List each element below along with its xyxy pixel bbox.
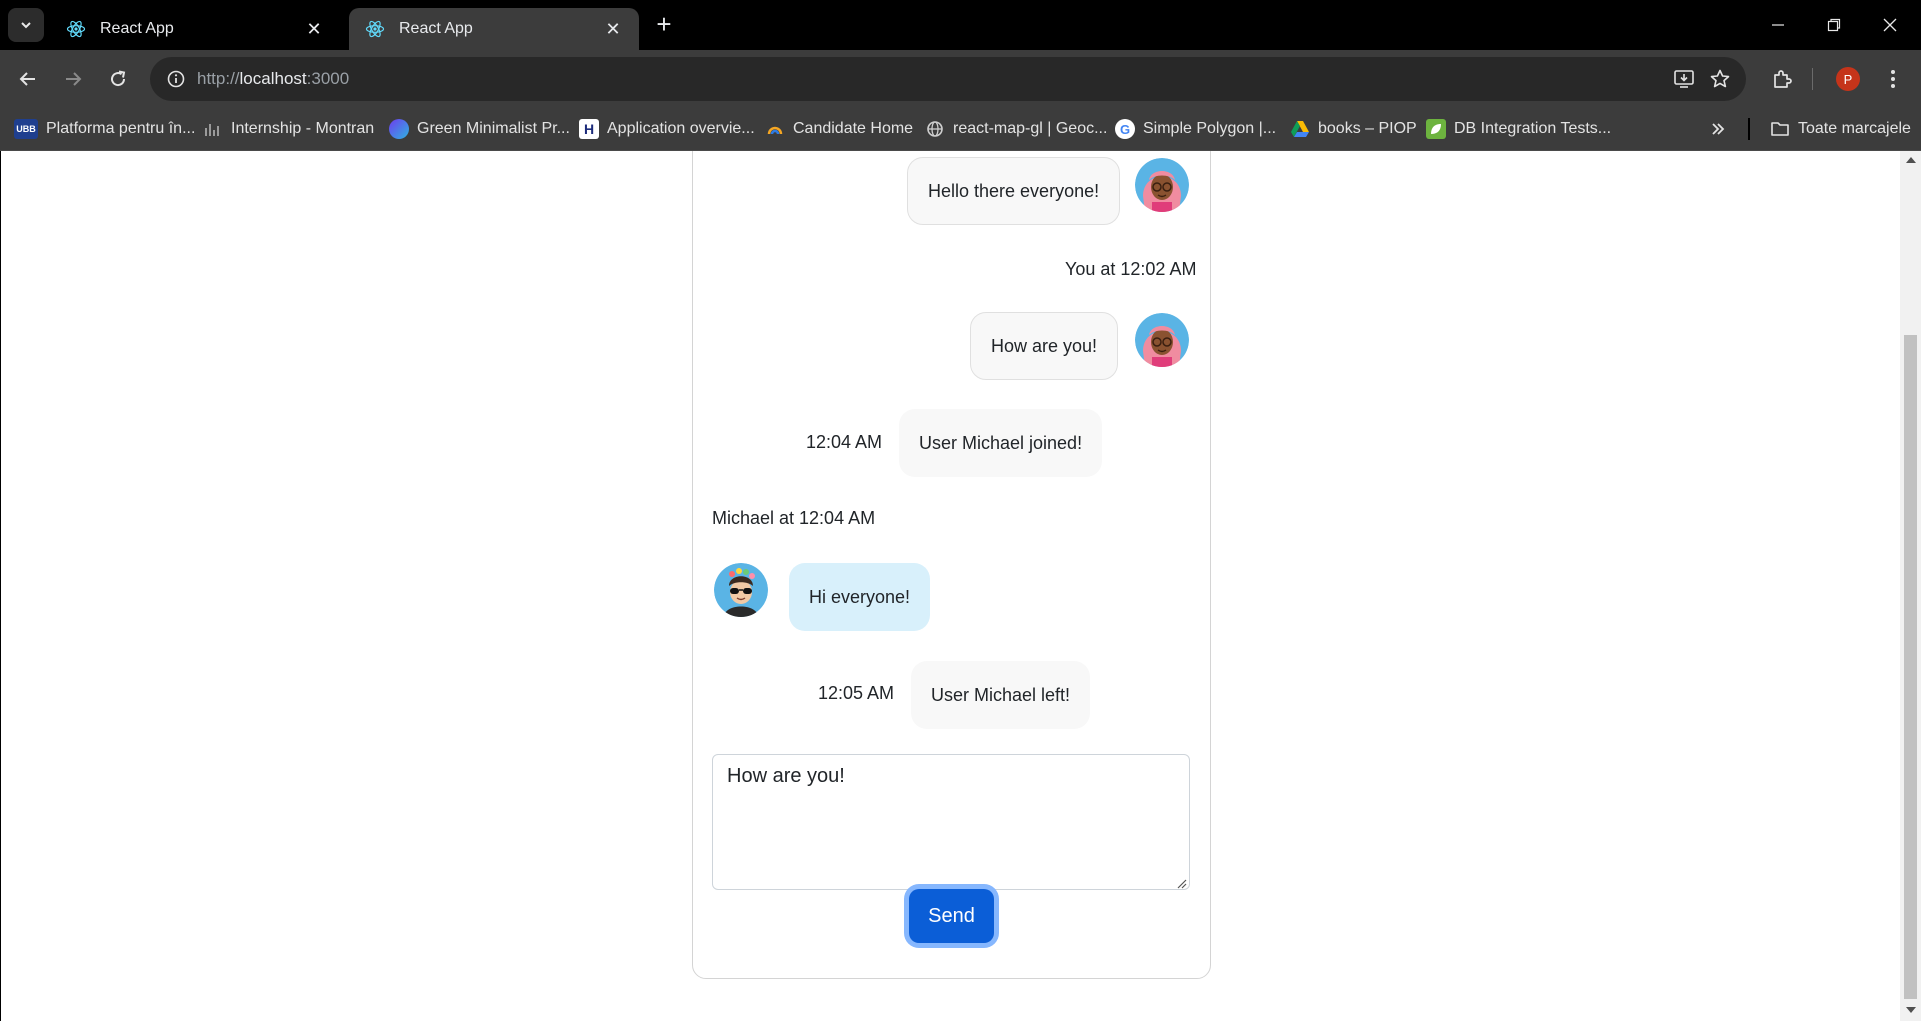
- other-message-bubble: Hi everyone!: [789, 563, 931, 631]
- reload-icon[interactable]: [102, 63, 134, 95]
- minimize-icon[interactable]: [1750, 0, 1806, 50]
- message-text: How are you!: [991, 335, 1098, 356]
- bookmark-label: Platforma pentru în...: [46, 120, 196, 137]
- bookmark-internship-montran[interactable]: Internship - Montran: [203, 117, 374, 141]
- scrollbar-thumb[interactable]: [1904, 335, 1917, 999]
- url-host: localhost: [239, 69, 307, 88]
- url-scheme: http://: [197, 69, 240, 88]
- folder-icon: [1770, 119, 1790, 139]
- window-close-icon[interactable]: [1862, 0, 1918, 50]
- system-message-bubble: User Michael left!: [911, 661, 1091, 729]
- url-port: :3000: [306, 69, 350, 88]
- message-text: Hi everyone!: [809, 586, 911, 607]
- other-message-meta: Michael at 12:04 AM: [712, 508, 876, 528]
- bookmark-label: Candidate Home: [793, 120, 914, 137]
- url-text: http://localhost:3000: [197, 69, 349, 89]
- system-message-time: 12:05 AM: [818, 683, 895, 703]
- site-info-icon[interactable]: [162, 65, 190, 93]
- bookmark-label: DB Integration Tests...: [1454, 120, 1612, 137]
- send-button[interactable]: Send: [909, 889, 994, 943]
- page-scrollbar[interactable]: [1900, 151, 1921, 1021]
- restore-icon[interactable]: [1806, 0, 1862, 50]
- back-arrow-icon[interactable]: [12, 63, 44, 95]
- message-text: User Michael left!: [931, 684, 1071, 705]
- tab-react-app-1[interactable]: React App ✕: [50, 8, 340, 50]
- new-tab-plus-icon[interactable]: +: [650, 9, 678, 39]
- chevron-down-icon: [21, 22, 31, 29]
- all-bookmarks-folder[interactable]: Toate marcajele: [1770, 117, 1911, 141]
- message-input[interactable]: [712, 754, 1190, 890]
- ubb-icon: UBB: [14, 119, 38, 139]
- bookmark-star-icon[interactable]: [1706, 65, 1734, 93]
- bookmark-label: react-map-gl | Geoc...: [953, 120, 1108, 137]
- montran-icon: [203, 119, 223, 139]
- tab-bar: React App ✕ React App ✕ +: [0, 0, 1921, 50]
- candidate-icon: [765, 119, 785, 139]
- extensions-puzzle-icon[interactable]: [1766, 63, 1798, 95]
- bookmark-label: Internship - Montran: [231, 120, 375, 137]
- bookmark-react-map-gl[interactable]: react-map-gl | Geoc...: [925, 117, 1107, 141]
- bookmarks-bar: UBB Platforma pentru în... Internship - …: [0, 108, 1921, 151]
- google-icon: G: [1115, 119, 1135, 139]
- bookmark-label: Green Minimalist Pr...: [417, 120, 570, 137]
- bookmark-green-minimalist[interactable]: Green Minimalist Pr...: [389, 117, 570, 141]
- system-message-bubble: User Michael joined!: [899, 409, 1103, 477]
- scroll-up-arrow-icon[interactable]: [1906, 157, 1916, 163]
- h-icon: H: [579, 119, 599, 139]
- tab-search-button[interactable]: [8, 8, 44, 42]
- tab-react-app-2[interactable]: React App ✕: [349, 8, 639, 50]
- own-message-bubble: How are you!: [970, 312, 1119, 380]
- address-bar[interactable]: http://localhost:3000: [150, 57, 1746, 101]
- tab-title: React App: [100, 20, 174, 37]
- bookmark-label: Simple Polygon |...: [1143, 120, 1277, 137]
- install-app-icon[interactable]: [1670, 65, 1698, 93]
- browser-toolbar: http://localhost:3000: [0, 50, 1921, 108]
- globe-icon: [925, 119, 945, 139]
- forward-arrow-icon[interactable]: [57, 63, 89, 95]
- canva-icon: [389, 119, 409, 139]
- react-icon: [365, 19, 385, 39]
- bookmark-label: books – PIOP: [1318, 120, 1417, 137]
- message-text: Hello there everyone!: [928, 180, 1100, 201]
- resize-grip-icon[interactable]: [1175, 877, 1187, 889]
- bookmark-candidate-home[interactable]: Candidate Home: [765, 117, 913, 141]
- toolbar-divider: [1812, 68, 1813, 90]
- user-avatar: [1135, 313, 1189, 367]
- message-text: User Michael joined!: [919, 432, 1083, 453]
- close-icon[interactable]: ✕: [603, 19, 623, 39]
- more-bookmarks-chevron-icon[interactable]: [1710, 117, 1726, 141]
- bookmark-db-integration[interactable]: DB Integration Tests...: [1426, 117, 1611, 141]
- system-message-time: 12:04 AM: [806, 432, 883, 452]
- close-icon[interactable]: ✕: [304, 19, 324, 39]
- bookmark-label: Toate marcajele: [1798, 120, 1911, 137]
- own-message-meta: You at 12:02 AM: [1065, 259, 1197, 279]
- react-icon: [66, 19, 86, 39]
- leaf-icon: [1426, 119, 1446, 139]
- bookmark-books-piop[interactable]: books – PIOP: [1290, 117, 1417, 141]
- bookmark-simple-polygon[interactable]: G Simple Polygon |...: [1115, 117, 1276, 141]
- drive-icon: [1290, 119, 1310, 139]
- bookmark-label: Application overvie...: [607, 120, 755, 137]
- bookmarks-divider: [1748, 118, 1750, 140]
- user-avatar: [1135, 158, 1189, 212]
- bookmark-application-overview[interactable]: H Application overvie...: [579, 117, 755, 141]
- profile-avatar[interactable]: P: [1836, 67, 1860, 91]
- bookmark-platforma[interactable]: UBB Platforma pentru în...: [14, 117, 195, 141]
- tab-title: React App: [399, 20, 473, 37]
- scroll-down-arrow-icon[interactable]: [1906, 1007, 1916, 1013]
- own-message-bubble: Hello there everyone!: [907, 157, 1121, 225]
- page-viewport: Hello there everyone! You at 12:02 AM Ho…: [0, 151, 1900, 1021]
- michael-avatar: [714, 563, 768, 617]
- more-menu-icon[interactable]: [1877, 63, 1909, 95]
